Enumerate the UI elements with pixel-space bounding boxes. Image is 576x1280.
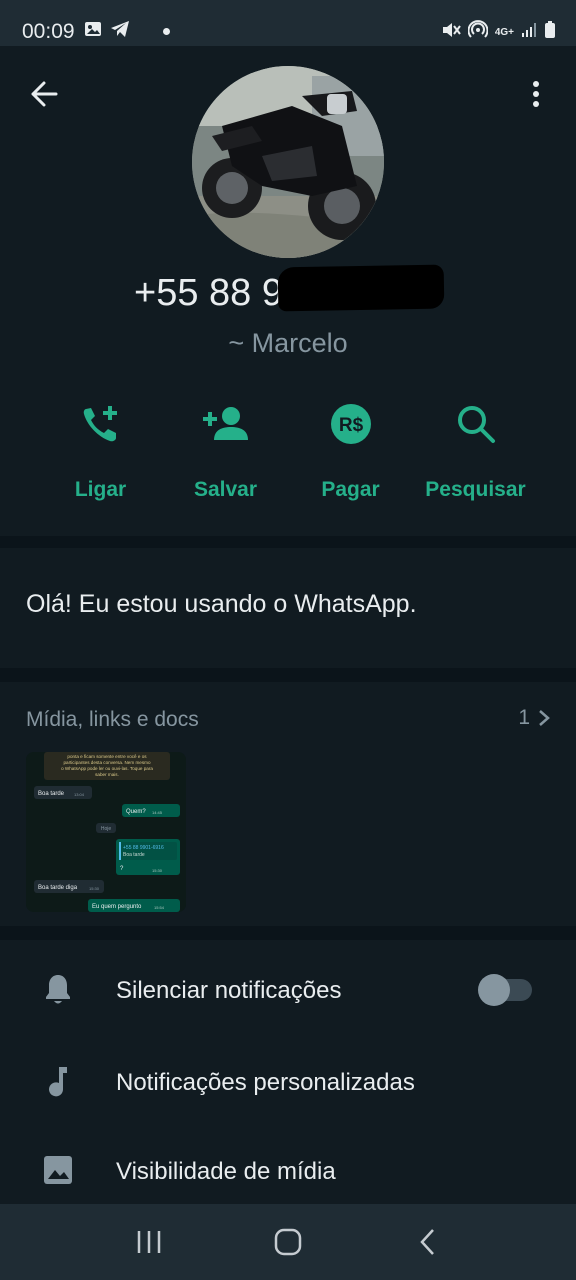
chevron-right-icon bbox=[539, 710, 550, 726]
thumb-quote-author: +55 88 9901-6916 bbox=[123, 845, 164, 851]
call-label: Ligar bbox=[74, 478, 127, 501]
thumb-msg1: Boa tarde bbox=[38, 791, 65, 797]
section-divider bbox=[0, 668, 576, 682]
add-call-icon bbox=[77, 396, 125, 452]
save-button[interactable]: Salvar bbox=[163, 396, 288, 502]
thumb-msg3-time: 15:30 bbox=[152, 868, 163, 873]
thumb-quote-text: Boa tarde bbox=[123, 852, 145, 858]
mute-notifications-row[interactable]: Silenciar notificações bbox=[0, 943, 576, 1033]
media-visibility-row[interactable]: Visibilidade de mídia bbox=[0, 1124, 576, 1214]
status-time: 00:09 bbox=[22, 20, 75, 43]
custom-notifications-row[interactable]: Notificações personalizadas bbox=[0, 1035, 576, 1125]
thumb-msg4-time: 15:30 bbox=[89, 886, 100, 891]
svg-text:ponta e ficam somente entre vo: ponta e ficam somente entre você e os bbox=[67, 754, 147, 759]
bell-icon bbox=[42, 973, 74, 1005]
music-note-icon bbox=[42, 1065, 74, 1097]
media-title[interactable]: Mídia, links e docs bbox=[26, 708, 199, 732]
thumb-msg2: Quem? bbox=[126, 809, 146, 815]
thumb-date: Hoje bbox=[101, 826, 112, 832]
about-section[interactable]: Olá! Eu estou usando o WhatsApp. bbox=[0, 548, 576, 668]
gallery-icon bbox=[84, 21, 102, 42]
mute-notifications-label: Silenciar notificações bbox=[116, 977, 342, 1004]
contact-name: ~ Marcelo bbox=[228, 328, 348, 358]
call-button[interactable]: Ligar bbox=[38, 396, 163, 502]
network-type: 4G+ bbox=[494, 26, 514, 38]
mute-icon bbox=[441, 21, 461, 44]
thumb-msg2-time: 14:45 bbox=[152, 810, 163, 815]
notification-dot bbox=[163, 28, 170, 35]
thumb-msg5: Eu quem pergunto bbox=[92, 904, 142, 910]
mute-toggle[interactable] bbox=[478, 974, 532, 1006]
settings-section: Silenciar notificações Notificações pers… bbox=[0, 940, 576, 1204]
thumb-msg1-time: 13:04 bbox=[74, 792, 85, 797]
add-person-icon bbox=[202, 396, 250, 452]
search-icon bbox=[452, 396, 500, 452]
more-vertical-icon bbox=[533, 81, 539, 107]
redaction-mark bbox=[277, 264, 445, 312]
media-visibility-label: Visibilidade de mídia bbox=[116, 1158, 336, 1185]
nav-back-icon bbox=[419, 1229, 434, 1255]
real-currency-icon: R$ bbox=[327, 396, 375, 452]
svg-text:saber mais.: saber mais. bbox=[95, 772, 119, 777]
nav-back-button[interactable] bbox=[397, 1212, 457, 1272]
media-section: Mídia, links e docs 1 ponta e ficam some… bbox=[0, 682, 576, 926]
contact-phone: +55 88 9 bbox=[134, 272, 283, 314]
svg-text:R$: R$ bbox=[338, 415, 363, 436]
thumb-msg5-time: 15:54 bbox=[154, 905, 165, 910]
recent-apps-icon bbox=[138, 1231, 161, 1253]
motorcycle-photo bbox=[192, 66, 384, 258]
section-divider bbox=[0, 536, 576, 548]
notification-icons bbox=[84, 20, 130, 43]
hotspot-icon bbox=[467, 20, 489, 45]
save-label: Salvar bbox=[193, 478, 258, 501]
back-button[interactable] bbox=[24, 74, 64, 114]
system-icons: 4G+ bbox=[441, 20, 556, 45]
home-button[interactable] bbox=[258, 1212, 318, 1272]
action-buttons: Ligar Salvar R$ Pagar Pesquisar bbox=[38, 396, 538, 502]
signal-icon bbox=[521, 22, 537, 43]
recent-apps-button[interactable] bbox=[119, 1212, 179, 1272]
search-label: Pesquisar bbox=[425, 478, 526, 501]
svg-text:o WhatsApp pode ler ou ouvi-la: o WhatsApp pode ler ou ouvi-las. Toque p… bbox=[61, 766, 153, 771]
custom-notifications-label: Notificações personalizadas bbox=[116, 1069, 415, 1096]
media-count-button[interactable]: 1 bbox=[518, 706, 550, 730]
home-icon bbox=[274, 1228, 302, 1256]
thumb-msg4: Boa tarde diga bbox=[38, 885, 78, 891]
about-text: Olá! Eu estou usando o WhatsApp. bbox=[26, 590, 417, 618]
profile-header: +55 88 9 ~ Marcelo Ligar Salvar R$ Pagar bbox=[0, 46, 576, 536]
search-button[interactable]: Pesquisar bbox=[413, 396, 538, 502]
avatar[interactable] bbox=[192, 66, 384, 258]
arrow-left-icon bbox=[31, 81, 58, 107]
pay-label: Pagar bbox=[321, 478, 380, 501]
svg-text:participantes desta conversa.: participantes desta conversa. Nem mesmo bbox=[63, 760, 151, 765]
media-thumbnail[interactable]: ponta e ficam somente entre você e os pa… bbox=[26, 752, 186, 912]
battery-icon bbox=[544, 21, 556, 44]
section-divider bbox=[0, 926, 576, 940]
media-count: 1 bbox=[518, 706, 530, 729]
pay-button[interactable]: R$ Pagar bbox=[288, 396, 413, 502]
system-nav-bar bbox=[0, 1204, 576, 1280]
image-icon bbox=[42, 1154, 74, 1186]
telegram-icon bbox=[110, 20, 130, 43]
toggle-knob bbox=[478, 974, 510, 1006]
more-options-button[interactable] bbox=[516, 74, 556, 114]
chat-screenshot: ponta e ficam somente entre você e os pa… bbox=[26, 752, 186, 912]
